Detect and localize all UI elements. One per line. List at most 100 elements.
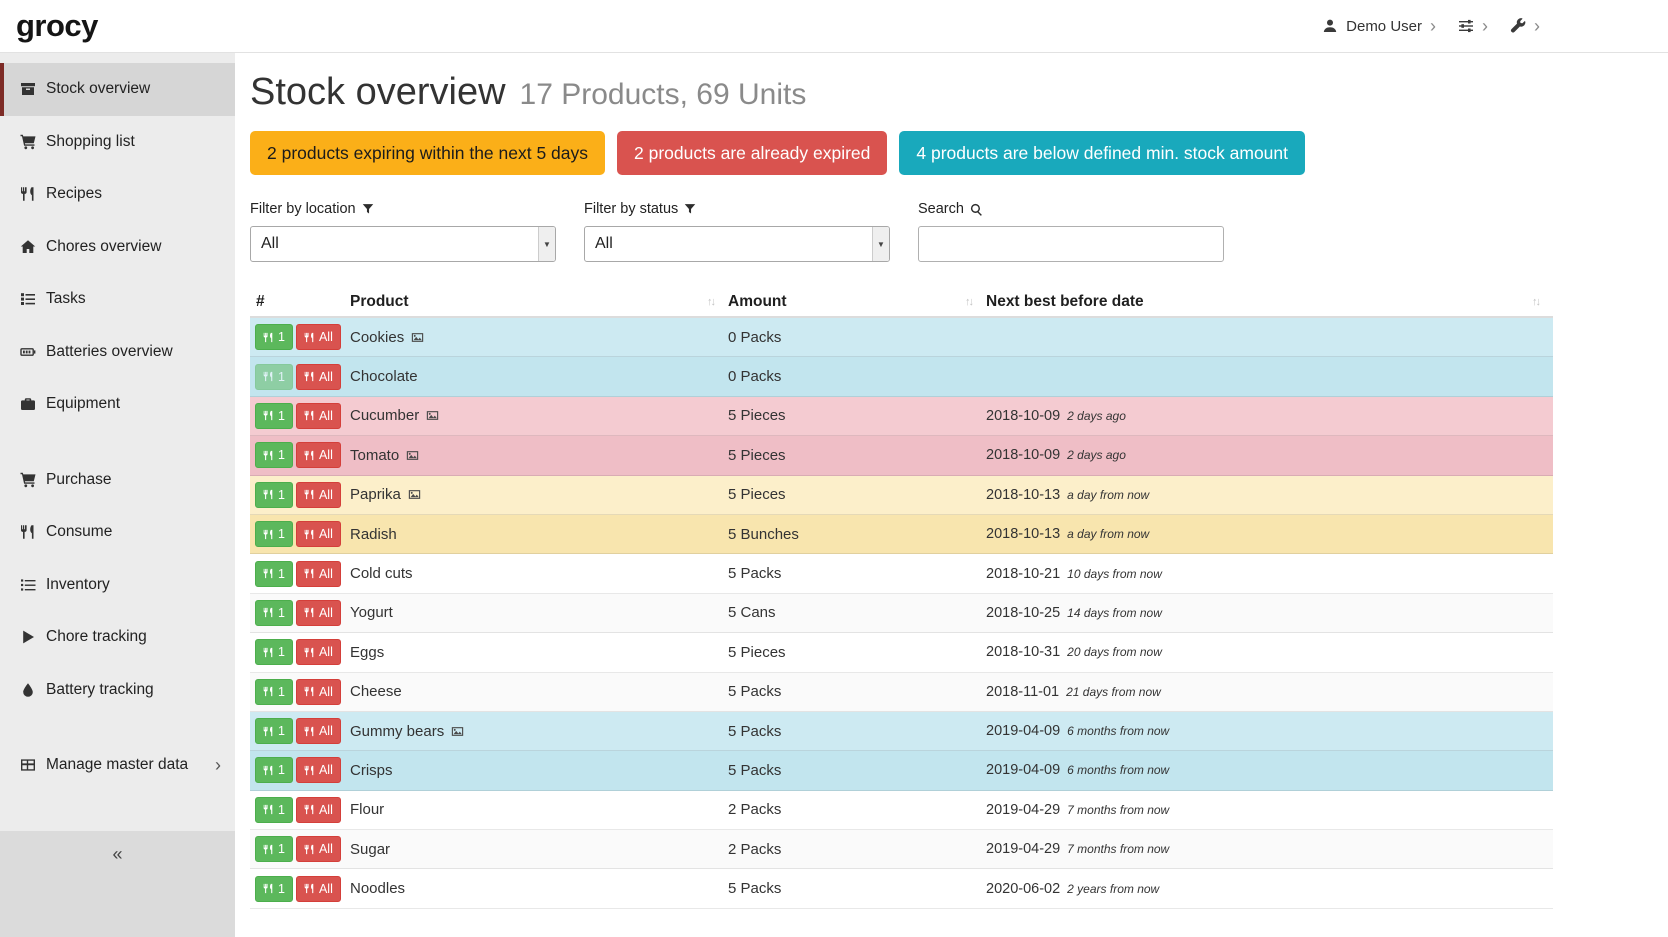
column-header-amount[interactable]: Amount ↑↓	[728, 293, 986, 311]
consume-one-button[interactable]: 1	[255, 757, 293, 783]
consume-all-button[interactable]: All	[296, 679, 341, 705]
sidebar-item-recipes[interactable]: Recipes	[0, 168, 235, 221]
utensils-icon	[263, 529, 274, 540]
sidebar-item-batteries-overview[interactable]: Batteries overview	[0, 326, 235, 379]
sidebar-item-equipment[interactable]: Equipment	[0, 378, 235, 431]
shopping-cart-icon	[20, 134, 36, 150]
sidebar-item-purchase[interactable]: Purchase	[0, 454, 235, 507]
column-header-date[interactable]: Next best before date ↑↓	[986, 293, 1553, 311]
sidebar-item-manage-master-data[interactable]: Manage master data ›	[0, 739, 235, 792]
consume-one-button[interactable]: 1	[255, 324, 293, 350]
consume-all-button[interactable]: All	[296, 324, 341, 350]
product-name[interactable]: Tomato	[350, 447, 399, 464]
consume-one-button[interactable]: 1	[255, 403, 293, 429]
product-name[interactable]: Crisps	[350, 762, 393, 779]
sidebar-item-tasks[interactable]: Tasks	[0, 273, 235, 326]
product-name[interactable]: Sugar	[350, 841, 390, 858]
consume-all-button[interactable]: All	[296, 561, 341, 587]
main-content: Stock overview 17 Products, 69 Units 2 p…	[235, 53, 1668, 937]
sidebar-item-inventory[interactable]: Inventory	[0, 559, 235, 612]
product-name[interactable]: Flour	[350, 801, 384, 818]
sort-icon[interactable]: ↑↓	[1532, 296, 1539, 308]
product-image-icon[interactable]	[408, 488, 421, 501]
location-filter-group: Filter by location All ▼	[250, 201, 556, 262]
select-dropdown-button[interactable]: ▼	[872, 227, 889, 261]
sidebar-item-stock-overview[interactable]: Stock overview	[0, 63, 235, 116]
user-menu[interactable]: Demo User ›	[1322, 17, 1436, 35]
consume-all-button[interactable]: All	[296, 364, 341, 390]
product-name[interactable]: Paprika	[350, 486, 401, 503]
product-name[interactable]: Cucumber	[350, 407, 419, 424]
product-name[interactable]: Noodles	[350, 880, 405, 897]
table-row: 1 All Cold cuts 5 Packs 2018-10-2110 day…	[250, 554, 1553, 593]
consume-all-button[interactable]: All	[296, 876, 341, 902]
consume-one-button[interactable]: 1	[255, 482, 293, 508]
utensils-icon	[263, 647, 274, 658]
sidebar-item-shopping-list[interactable]: Shopping list	[0, 116, 235, 169]
consume-all-button[interactable]: All	[296, 403, 341, 429]
consume-all-button[interactable]: All	[296, 836, 341, 862]
consume-all-button[interactable]: All	[296, 797, 341, 823]
play-icon	[20, 629, 36, 645]
consume-all-button[interactable]: All	[296, 442, 341, 468]
consume-one-button[interactable]: 1	[255, 600, 293, 626]
expired-products-button[interactable]: 2 products are already expired	[617, 131, 887, 175]
status-filter-select[interactable]: All ▼	[584, 226, 890, 262]
consume-all-button[interactable]: All	[296, 718, 341, 744]
product-name[interactable]: Chocolate	[350, 368, 418, 385]
consume-all-button[interactable]: All	[296, 600, 341, 626]
sort-icon[interactable]: ↑↓	[965, 296, 972, 308]
sort-icon[interactable]: ↑↓	[707, 296, 714, 308]
consume-one-button[interactable]: 1	[255, 876, 293, 902]
consume-all-button[interactable]: All	[296, 757, 341, 783]
product-name[interactable]: Cheese	[350, 683, 402, 700]
consume-one-button[interactable]: 1	[255, 718, 293, 744]
sidebar-item-chore-tracking[interactable]: Chore tracking	[0, 611, 235, 664]
consume-one-button[interactable]: 1	[255, 679, 293, 705]
product-name[interactable]: Cold cuts	[350, 565, 413, 582]
sidebar-item-consume[interactable]: Consume	[0, 506, 235, 559]
consume-one-button[interactable]: 1	[255, 364, 293, 390]
consume-one-button[interactable]: 1	[255, 639, 293, 665]
settings-menu[interactable]: ›	[1458, 17, 1488, 35]
utensils-icon	[304, 804, 315, 815]
consume-one-button[interactable]: 1	[255, 442, 293, 468]
app-logo[interactable]: grocy	[16, 8, 98, 44]
product-image-icon[interactable]	[406, 449, 419, 462]
product-name[interactable]: Gummy bears	[350, 723, 444, 740]
table-row: 1 All Sugar 2 Packs 2019-04-297 months f…	[250, 830, 1553, 869]
admin-menu[interactable]: ›	[1510, 17, 1540, 35]
utensils-icon	[304, 332, 315, 343]
product-image-icon[interactable]	[426, 409, 439, 422]
location-filter-select[interactable]: All ▼	[250, 226, 556, 262]
product-name[interactable]: Cookies	[350, 329, 404, 346]
utensils-icon	[304, 450, 315, 461]
consume-one-button[interactable]: 1	[255, 797, 293, 823]
utensils-icon	[304, 410, 315, 421]
consume-one-button[interactable]: 1	[255, 561, 293, 587]
consume-all-button[interactable]: All	[296, 521, 341, 547]
page-title: Stock overview	[250, 71, 506, 114]
expiring-products-button[interactable]: 2 products expiring within the next 5 da…	[250, 131, 605, 175]
product-name[interactable]: Yogurt	[350, 604, 393, 621]
below-min-stock-button[interactable]: 4 products are below defined min. stock …	[899, 131, 1305, 175]
sidebar-item-chores-overview[interactable]: Chores overview	[0, 221, 235, 274]
consume-one-button[interactable]: 1	[255, 521, 293, 547]
product-image-icon[interactable]	[451, 725, 464, 738]
product-image-icon[interactable]	[411, 331, 424, 344]
search-group: Search	[918, 201, 1224, 262]
product-name[interactable]: Radish	[350, 526, 397, 543]
select-dropdown-button[interactable]: ▼	[538, 227, 555, 261]
consume-one-button[interactable]: 1	[255, 836, 293, 862]
sidebar-item-battery-tracking[interactable]: Battery tracking	[0, 664, 235, 717]
date-cell: 2019-04-096 months from now	[986, 723, 1553, 739]
search-input[interactable]	[918, 226, 1224, 262]
sidebar-collapse-button[interactable]: «	[0, 831, 235, 937]
date-cell: 2019-04-297 months from now	[986, 802, 1553, 818]
location-filter-value: All	[251, 235, 538, 253]
table-header-row: # Product ↑↓ Amount ↑↓ Next best before …	[250, 288, 1553, 318]
product-name[interactable]: Eggs	[350, 644, 384, 661]
consume-all-button[interactable]: All	[296, 639, 341, 665]
column-header-product[interactable]: Product ↑↓	[350, 293, 728, 311]
consume-all-button[interactable]: All	[296, 482, 341, 508]
